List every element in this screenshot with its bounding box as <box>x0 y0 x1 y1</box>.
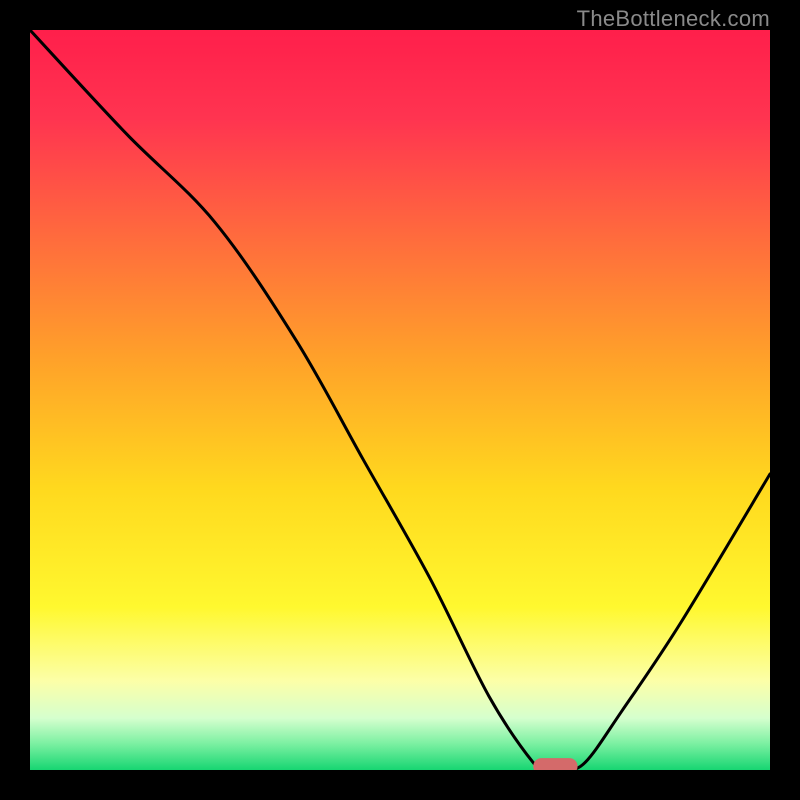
optimum-marker <box>533 758 577 770</box>
plot-area <box>30 30 770 770</box>
watermark-text: TheBottleneck.com <box>577 6 770 32</box>
chart-svg <box>30 30 770 770</box>
chart-frame: TheBottleneck.com <box>0 0 800 800</box>
